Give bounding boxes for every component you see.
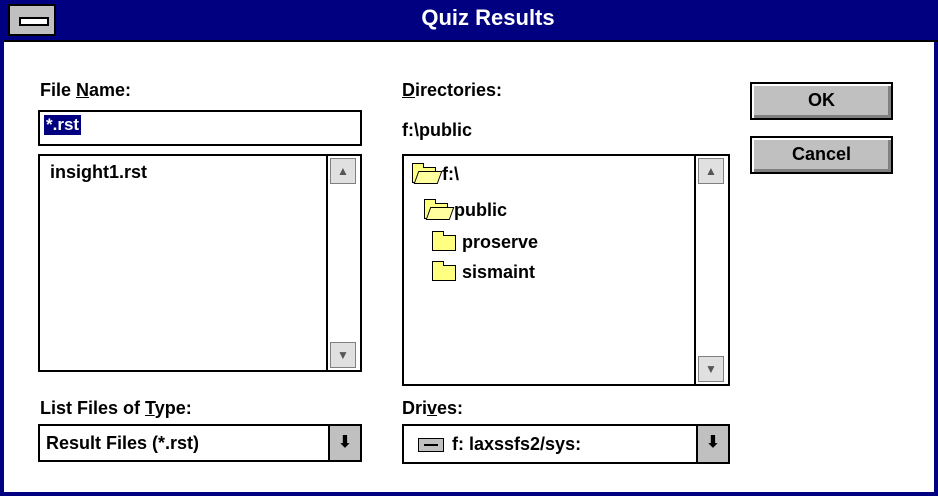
- title-bar[interactable]: Quiz Results: [4, 0, 938, 42]
- current-directory-path: f:\public: [402, 120, 472, 140]
- dialog-window: Quiz Results File Name: *.rst insight1.r…: [0, 0, 938, 496]
- window-title: Quiz Results: [421, 5, 555, 30]
- scroll-down-icon[interactable]: ▼: [698, 356, 724, 382]
- directory-item[interactable]: sismaint: [432, 261, 535, 283]
- folder-icon: [432, 261, 456, 282]
- directory-list-scrollbar[interactable]: ▲ ▼: [694, 156, 728, 384]
- open-folder-icon: [412, 163, 436, 184]
- scroll-up-icon[interactable]: ▲: [698, 158, 724, 184]
- scroll-down-icon[interactable]: ▼: [330, 342, 356, 368]
- directories-label: Directories:: [402, 80, 503, 100]
- directory-item[interactable]: f:\: [412, 163, 459, 185]
- file-type-label: List Files of Type:: [40, 398, 192, 418]
- file-name-input[interactable]: *.rst: [38, 110, 362, 146]
- drives-label: Drives:: [402, 398, 464, 418]
- drives-dropdown[interactable]: f: laxssfs2/sys: ⬇: [402, 424, 730, 464]
- file-list-item[interactable]: insight1.rst: [50, 162, 147, 183]
- file-list[interactable]: insight1.rst ▲ ▼: [38, 154, 362, 372]
- file-type-dropdown[interactable]: Result Files (*.rst) ⬇: [38, 424, 362, 462]
- directory-item[interactable]: public: [424, 199, 507, 221]
- file-type-value: Result Files (*.rst): [46, 433, 200, 453]
- cancel-button[interactable]: Cancel: [750, 136, 893, 174]
- dropdown-arrow-icon[interactable]: ⬇: [328, 426, 360, 460]
- file-name-value: *.rst: [44, 115, 82, 135]
- ok-button[interactable]: OK: [750, 82, 893, 120]
- scroll-up-icon[interactable]: ▲: [330, 158, 356, 184]
- file-name-label: File Name:: [40, 80, 132, 100]
- drives-value: f: laxssfs2/sys:: [418, 434, 581, 455]
- directory-item[interactable]: proserve: [432, 231, 538, 253]
- folder-icon: [432, 231, 456, 252]
- file-list-scrollbar[interactable]: ▲ ▼: [326, 156, 360, 370]
- network-drive-icon: [418, 438, 444, 453]
- open-folder-icon: [424, 199, 448, 220]
- directory-list[interactable]: f:\ public proserve sismaint ▲ ▼: [402, 154, 730, 386]
- dropdown-arrow-icon[interactable]: ⬇: [696, 426, 728, 462]
